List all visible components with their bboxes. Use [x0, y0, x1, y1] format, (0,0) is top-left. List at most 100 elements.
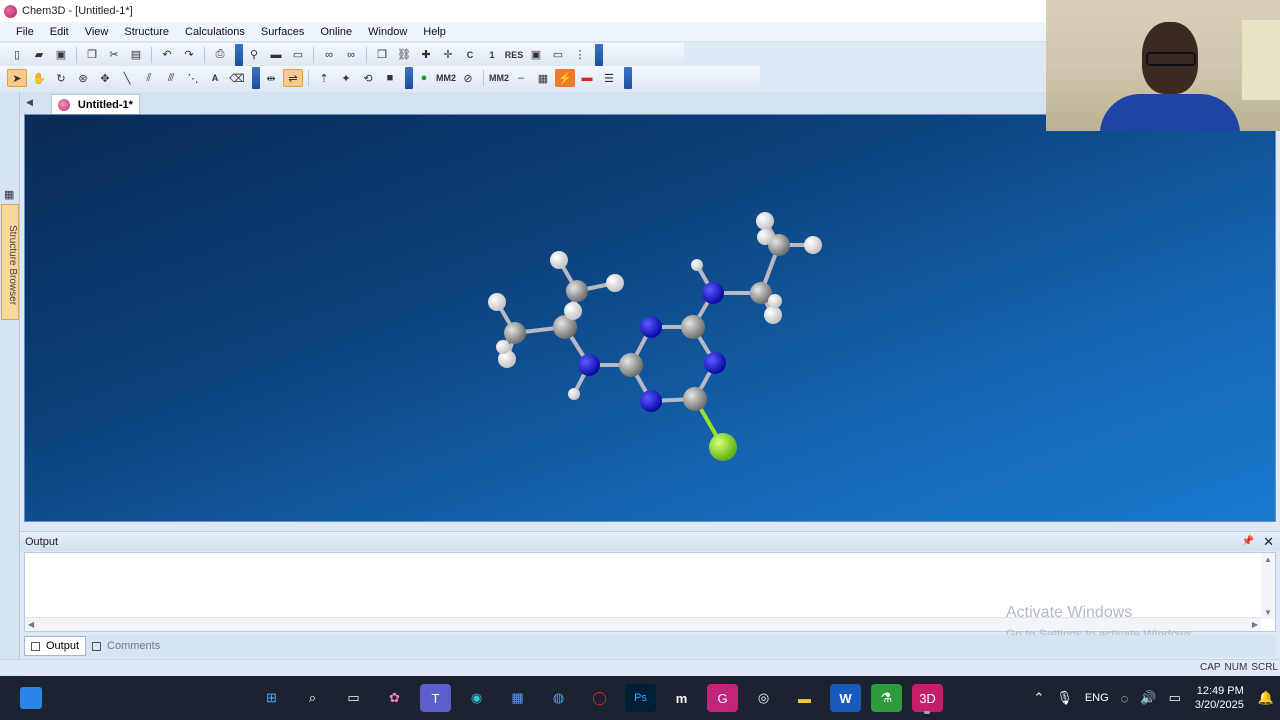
m-icon[interactable]: m	[666, 684, 697, 712]
select-arrow-icon[interactable]: ➤	[7, 69, 27, 87]
paste-icon[interactable]: ▤	[126, 46, 146, 64]
search-icon[interactable]: ⌕	[297, 684, 328, 712]
dummy-bond-icon[interactable]: ⋱	[183, 69, 203, 87]
menu-help[interactable]: Help	[415, 26, 454, 38]
flip-icon[interactable]: ⇹	[261, 69, 281, 87]
opera-icon[interactable]: ◯	[584, 684, 615, 712]
tab-comments[interactable]: Comments	[86, 636, 166, 656]
scroll-right-icon[interactable]: ▶	[1252, 620, 1258, 629]
redo-icon[interactable]: ↷	[179, 46, 199, 64]
menu-edit[interactable]: Edit	[42, 26, 77, 38]
single-bond-icon[interactable]: ╲	[117, 69, 137, 87]
lines-icon[interactable]: ☰	[599, 69, 619, 87]
toolbar-grip[interactable]	[405, 67, 413, 89]
scroll-down-icon[interactable]: ▼	[1264, 608, 1272, 617]
taskview-icon[interactable]: ▭	[338, 684, 369, 712]
undo-icon[interactable]: ↶	[157, 46, 177, 64]
display-icon[interactable]: ▣	[526, 46, 546, 64]
copilot-icon[interactable]: ✿	[379, 684, 410, 712]
translate-icon[interactable]: ✥	[95, 69, 115, 87]
folder-icon[interactable]: ▬	[789, 684, 820, 712]
mm2-dynamics-button[interactable]: MM2	[489, 69, 509, 87]
arrow-up-icon[interactable]: ⇡	[314, 69, 334, 87]
notifications-icon[interactable]: 🔔	[1258, 690, 1274, 706]
chevron-up-icon[interactable]: ⌃	[1033, 690, 1044, 706]
tab-untitled-1[interactable]: Untitled-1*	[50, 94, 140, 114]
close-icon[interactable]: ✕	[1263, 534, 1274, 550]
monitor-icon[interactable]: ▭	[548, 46, 568, 64]
model-viewport[interactable]	[24, 114, 1276, 522]
ring-tool-icon[interactable]: ⟲	[358, 69, 378, 87]
green-circle-icon[interactable]: ●	[414, 69, 434, 87]
menu-view[interactable]: View	[77, 26, 117, 38]
battery-icon[interactable]: ▭	[1169, 690, 1181, 706]
link-icon[interactable]: ⛓	[394, 46, 414, 64]
res-button[interactable]: RES	[504, 46, 524, 64]
no-icon[interactable]: ⊘	[458, 69, 478, 87]
toolbar-grip[interactable]	[624, 67, 632, 89]
dashed-line-icon[interactable]: ┄	[511, 69, 531, 87]
cube-icon[interactable]: ❒	[372, 46, 392, 64]
menu-file[interactable]: File	[8, 26, 42, 38]
cut-icon[interactable]: ✂	[104, 46, 124, 64]
menu-surfaces[interactable]: Surfaces	[253, 26, 312, 38]
atom-tool-icon[interactable]: ✦	[336, 69, 356, 87]
clock[interactable]: 12:49 PM 3/20/2025	[1195, 684, 1244, 712]
mm2-minimize-button[interactable]: MM2	[436, 69, 456, 87]
app-g-icon[interactable]: G	[707, 684, 738, 712]
word-icon[interactable]: W	[830, 684, 861, 712]
eraser-icon[interactable]: ⌫	[227, 69, 247, 87]
chemdraw-icon[interactable]: ⚗	[871, 684, 902, 712]
store-icon[interactable]: ▦	[502, 684, 533, 712]
chain-icon[interactable]: ⋮	[570, 46, 590, 64]
copy-icon[interactable]: ❐	[82, 46, 102, 64]
photoshop-icon[interactable]: Ps	[625, 684, 656, 712]
bars-icon[interactable]: ▦	[533, 69, 553, 87]
earth-icon[interactable]: ◍	[543, 684, 574, 712]
scroll-left-icon[interactable]: ◀	[28, 620, 34, 629]
chem3d-icon[interactable]: 3D	[912, 684, 943, 714]
chrome-icon[interactable]: ◎	[748, 684, 779, 712]
panel-grid-icon[interactable]: ▦	[4, 188, 14, 201]
cross-icon[interactable]: ✛	[438, 46, 458, 64]
double-bond-icon[interactable]: ⫽	[139, 69, 159, 87]
toolbar-grip[interactable]	[235, 43, 243, 66]
teams-icon[interactable]: T	[420, 684, 451, 712]
label-c-button[interactable]: C	[460, 46, 480, 64]
red-line-icon[interactable]: ▬	[577, 69, 597, 87]
lightning-icon[interactable]: ⚡	[555, 69, 575, 87]
triple-bond-icon[interactable]: ⫻	[161, 69, 181, 87]
microphone-icon[interactable]: 🎙	[1056, 690, 1073, 706]
menu-online[interactable]: Online	[312, 26, 360, 38]
text-tool-button[interactable]: A	[205, 69, 225, 87]
network-icon[interactable]: ◌	[1121, 691, 1129, 706]
label-1-button[interactable]: 1	[482, 46, 502, 64]
menu-window[interactable]: Window	[360, 26, 415, 38]
new-file-icon[interactable]: ▯	[7, 46, 27, 64]
menu-structure[interactable]: Structure	[116, 26, 177, 38]
tab-scroll-left-icon[interactable]: ◀	[26, 97, 33, 108]
hand-icon[interactable]: ✋	[29, 69, 49, 87]
edge-icon[interactable]: ◉	[461, 684, 492, 712]
menu-calculations[interactable]: Calculations	[177, 26, 253, 38]
volume-icon[interactable]: 🔊	[1140, 690, 1156, 706]
model-display-icon[interactable]: ⚲	[244, 46, 264, 64]
rotate-icon[interactable]: ↻	[51, 69, 71, 87]
widgets-icon[interactable]	[20, 687, 42, 709]
toolbar-grip[interactable]	[252, 67, 260, 89]
bond-chain-icon[interactable]: ∞	[341, 46, 361, 64]
scroll-up-icon[interactable]: ▲	[1264, 555, 1272, 564]
structure-browser-tab[interactable]: Structure Browser	[1, 204, 19, 320]
pin-icon[interactable]: 📌	[1242, 536, 1254, 547]
print-icon[interactable]: ⎙	[210, 46, 230, 64]
vertical-scrollbar[interactable]: ▲ ▼	[1261, 553, 1275, 619]
toolbar-grip[interactable]	[595, 43, 603, 66]
stop-icon[interactable]: ■	[380, 69, 400, 87]
gradient-icon[interactable]: ▭	[288, 46, 308, 64]
trackball-icon[interactable]: ⊛	[73, 69, 93, 87]
molecule-model[interactable]	[25, 115, 1276, 522]
axis-icon[interactable]: ✚	[416, 46, 436, 64]
tab-output[interactable]: Output	[24, 636, 87, 656]
mirror-icon[interactable]: ⇌	[283, 69, 303, 87]
open-folder-icon[interactable]: ▰	[29, 46, 49, 64]
